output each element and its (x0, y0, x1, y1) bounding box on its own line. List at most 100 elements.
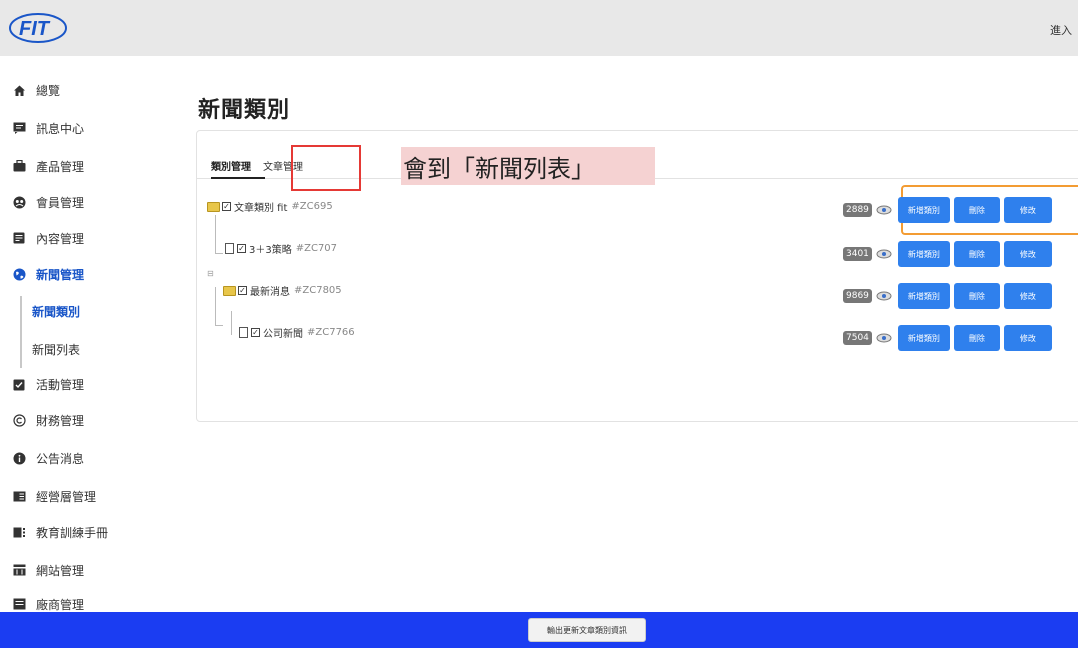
tree-node[interactable]: ✓ 公司新聞 #ZC7766 (239, 325, 355, 340)
panel-icon (12, 489, 26, 503)
eye-icon (876, 249, 892, 259)
sidebar-item-label: 產品管理 (36, 159, 85, 174)
sidebar-item-announcements[interactable]: 公告消息 (12, 446, 84, 470)
tree-connector (231, 311, 232, 335)
home-icon (12, 83, 26, 97)
delete-button[interactable]: 刪除 (953, 197, 1000, 223)
page-title: 新聞類別 (198, 98, 291, 123)
copyright-icon (12, 413, 26, 427)
view-count-badge: 3401 (843, 247, 872, 261)
tab-category-management[interactable]: 類別管理 (211, 155, 251, 177)
clipboard-icon (12, 377, 26, 391)
tree-node-id: #ZC7805 (294, 285, 342, 296)
info-icon (12, 451, 26, 465)
eye-icon (876, 205, 892, 215)
export-category-button[interactable]: 輸出更新文章類別資訊 (528, 618, 646, 642)
tree-connector (215, 325, 223, 326)
folder-open-icon (223, 285, 236, 296)
logo-text: FIT (19, 18, 51, 40)
sidebar-subitem-news-list[interactable]: 新聞列表 (32, 338, 80, 360)
tree-node[interactable]: ✓ 3＋3策略 #ZC707 (225, 241, 337, 256)
tab-bar: 類別管理 文章管理 (211, 155, 303, 177)
website-icon (12, 563, 26, 577)
checkbox[interactable]: ✓ (238, 286, 247, 295)
eye-icon (876, 333, 892, 343)
sidebar-item-label: 經營層管理 (36, 489, 97, 504)
member-icon (12, 195, 26, 209)
globe-icon (12, 267, 26, 281)
tree-node-label: 公司新聞 (263, 329, 303, 340)
checkbox[interactable]: ✓ (237, 244, 246, 253)
sidebar-item-overview[interactable]: 總覽 (12, 78, 60, 102)
highlight-red-box (291, 145, 361, 191)
main-content: 新聞類別 類別管理 文章管理 會到「新聞列表」 ⊟ ✓ 文章類別 fit #ZC… (178, 56, 1078, 612)
sidebar-item-website[interactable]: 網站管理 (12, 558, 84, 582)
edit-button[interactable]: 修改 (1003, 197, 1052, 223)
tree-node-label: 最新消息 (250, 287, 290, 298)
category-card: 類別管理 文章管理 會到「新聞列表」 ⊟ ✓ 文章類別 fit #ZC695 2… (196, 130, 1078, 422)
document-icon (225, 243, 234, 254)
sidebar-item-label: 活動管理 (36, 377, 85, 392)
sidebar-item-news[interactable]: 新聞管理 (12, 262, 84, 286)
sidebar-item-label: 教育訓練手冊 (36, 525, 109, 540)
tree-row-actions: 3401 新增類別 刪除 修改 (843, 241, 1052, 267)
manual-icon (12, 525, 26, 539)
tree-node-label: 文章類別 fit (234, 203, 288, 214)
edit-button[interactable]: 修改 (1003, 241, 1052, 267)
view-count-badge: 9869 (843, 289, 872, 303)
delete-button[interactable]: 刪除 (953, 283, 1000, 309)
sidebar-item-training-manual[interactable]: 教育訓練手冊 (12, 520, 108, 544)
add-category-button[interactable]: 新增類別 (897, 241, 950, 267)
tree-row-actions: 7504 新增類別 刪除 修改 (843, 325, 1052, 351)
sidebar-item-members[interactable]: 會員管理 (12, 190, 84, 214)
tree-connector (215, 253, 223, 254)
delete-button[interactable]: 刪除 (953, 325, 1000, 351)
tree-node-id: #ZC7766 (307, 327, 355, 338)
sidebar-item-label: 會員管理 (36, 195, 85, 210)
tree-expander-icon[interactable]: ⊟ (207, 269, 214, 278)
add-category-button[interactable]: 新增類別 (897, 283, 950, 309)
vendor-icon (12, 597, 26, 611)
top-bar: FIT 進入 (0, 0, 1078, 56)
fit-logo[interactable]: FIT (8, 12, 68, 44)
checkbox[interactable]: ✓ (222, 202, 231, 211)
message-icon (12, 121, 26, 135)
view-count-badge: 7504 (843, 331, 872, 345)
edit-button[interactable]: 修改 (1003, 325, 1052, 351)
sidebar: 總覽 訊息中心 產品管理 會員管理 內容管理 新聞管理 新聞類別 新聞列表 活動… (0, 56, 178, 612)
enter-link[interactable]: 進入 (1050, 22, 1072, 38)
checkbox[interactable]: ✓ (251, 328, 260, 337)
sidebar-item-label: 內容管理 (36, 231, 85, 246)
tree-row-actions: 2889 新增類別 刪除 修改 (843, 197, 1052, 223)
delete-button[interactable]: 刪除 (953, 241, 1000, 267)
sidebar-subitem-news-categories[interactable]: 新聞類別 (32, 300, 80, 322)
sidebar-item-finance[interactable]: 財務管理 (12, 408, 84, 432)
bottom-bar: 輸出更新文章類別資訊 (0, 612, 1078, 648)
sidebar-item-label: 總覽 (36, 83, 61, 98)
tree-connector (215, 287, 216, 325)
document-icon (239, 327, 248, 338)
active-tab-indicator (211, 177, 265, 179)
sidebar-item-products[interactable]: 產品管理 (12, 154, 84, 178)
annotation-label: 會到「新聞列表」 (401, 147, 655, 185)
sidebar-item-messages[interactable]: 訊息中心 (12, 116, 84, 140)
edit-button[interactable]: 修改 (1003, 283, 1052, 309)
folder-open-icon (207, 201, 220, 212)
sidebar-item-label: 新聞管理 (36, 267, 85, 282)
sidebar-item-label: 網站管理 (36, 563, 85, 578)
tree-node[interactable]: ✓ 最新消息 #ZC7805 (223, 283, 342, 298)
sidebar-item-content[interactable]: 內容管理 (12, 226, 84, 250)
eye-icon (876, 291, 892, 301)
sidebar-item-events[interactable]: 活動管理 (12, 372, 84, 396)
add-category-button[interactable]: 新增類別 (897, 197, 950, 223)
add-category-button[interactable]: 新增類別 (897, 325, 950, 351)
sidebar-item-management[interactable]: 經營層管理 (12, 484, 96, 508)
sidebar-item-label: 訊息中心 (36, 121, 85, 136)
tree-node-label: 3＋3策略 (249, 245, 292, 256)
submenu-indicator-line (20, 296, 22, 368)
view-count-badge: 2889 (843, 203, 872, 217)
tree-node-id: #ZC707 (295, 243, 338, 254)
briefcase-icon (12, 159, 26, 173)
sidebar-item-label: 財務管理 (36, 413, 85, 428)
tree-node[interactable]: ✓ 文章類別 fit #ZC695 (207, 199, 333, 214)
